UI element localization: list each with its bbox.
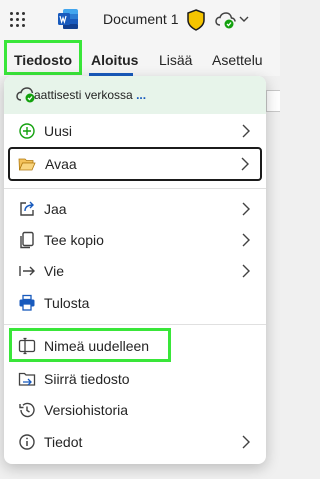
chevron-right-icon [242,233,250,247]
menu-item-move[interactable]: Siirrä tiedosto [4,362,266,396]
menu-item-open[interactable]: Avaa [8,147,262,181]
tab-insert[interactable]: Lisää [159,52,192,68]
printer-icon [19,294,35,311]
menu-item-label: Jaa [44,201,67,217]
menu-divider [4,188,266,189]
menu-item-label: Versiohistoria [44,402,129,418]
shield-icon[interactable] [186,9,206,31]
ribbon-dropdown-edge [266,90,280,112]
plus-circle-icon [19,123,35,139]
autosave-status-bar: aattisesti verkossa ... [4,76,266,114]
menu-item-info[interactable]: Tiedot [4,425,266,459]
menu-item-export[interactable]: Vie [4,254,266,288]
copy-icon [20,231,34,249]
chevron-right-icon [242,202,250,216]
rename-highlight [9,328,171,362]
menu-item-label: Avaa [45,156,77,172]
history-icon [19,402,35,418]
file-tab-highlight [4,40,82,75]
document-title[interactable]: Document 1 [103,11,178,27]
autosave-status-text: aattisesti verkossa ... [34,88,146,102]
chevron-right-icon [242,435,250,449]
cloud-sync-icon[interactable] [215,11,237,29]
autosave-status-label: aattisesti verkossa [34,88,133,102]
menu-item-print[interactable]: Tulosta [4,286,266,320]
menu-item-new[interactable]: Uusi [4,114,266,148]
title-bar: Document 1 [0,0,280,40]
menu-divider [4,324,266,325]
chevron-right-icon [242,264,250,278]
tab-home[interactable]: Aloitus [91,52,138,68]
menu-item-label: Tiedot [44,434,83,450]
app-launcher-icon[interactable] [10,12,26,28]
info-icon [19,434,35,450]
menu-item-label: Vie [44,263,64,279]
menu-item-version-history[interactable]: Versiohistoria [4,393,266,427]
ribbon-tabs: Tiedosto Aloitus Lisää Asettelu [0,40,280,76]
file-menu: aattisesti verkossa ... Uusi Avaa Jaa Te… [4,76,266,464]
chevron-down-icon[interactable] [239,15,249,23]
move-folder-icon [18,372,36,386]
folder-open-icon [18,158,36,171]
tab-layout[interactable]: Asettelu [212,52,263,68]
word-logo-icon [58,9,78,29]
export-icon [19,266,35,276]
status-more-link[interactable]: ... [136,88,146,102]
menu-item-label: Tulosta [44,295,90,311]
share-icon [20,201,34,216]
menu-item-label: Uusi [44,123,73,139]
chevron-right-icon [241,157,249,171]
menu-item-share[interactable]: Jaa [4,192,266,226]
menu-item-copy[interactable]: Tee kopio [4,223,266,257]
chevron-right-icon [242,124,250,138]
menu-item-label: Tee kopio [44,232,104,248]
menu-item-label: Siirrä tiedosto [44,371,130,387]
